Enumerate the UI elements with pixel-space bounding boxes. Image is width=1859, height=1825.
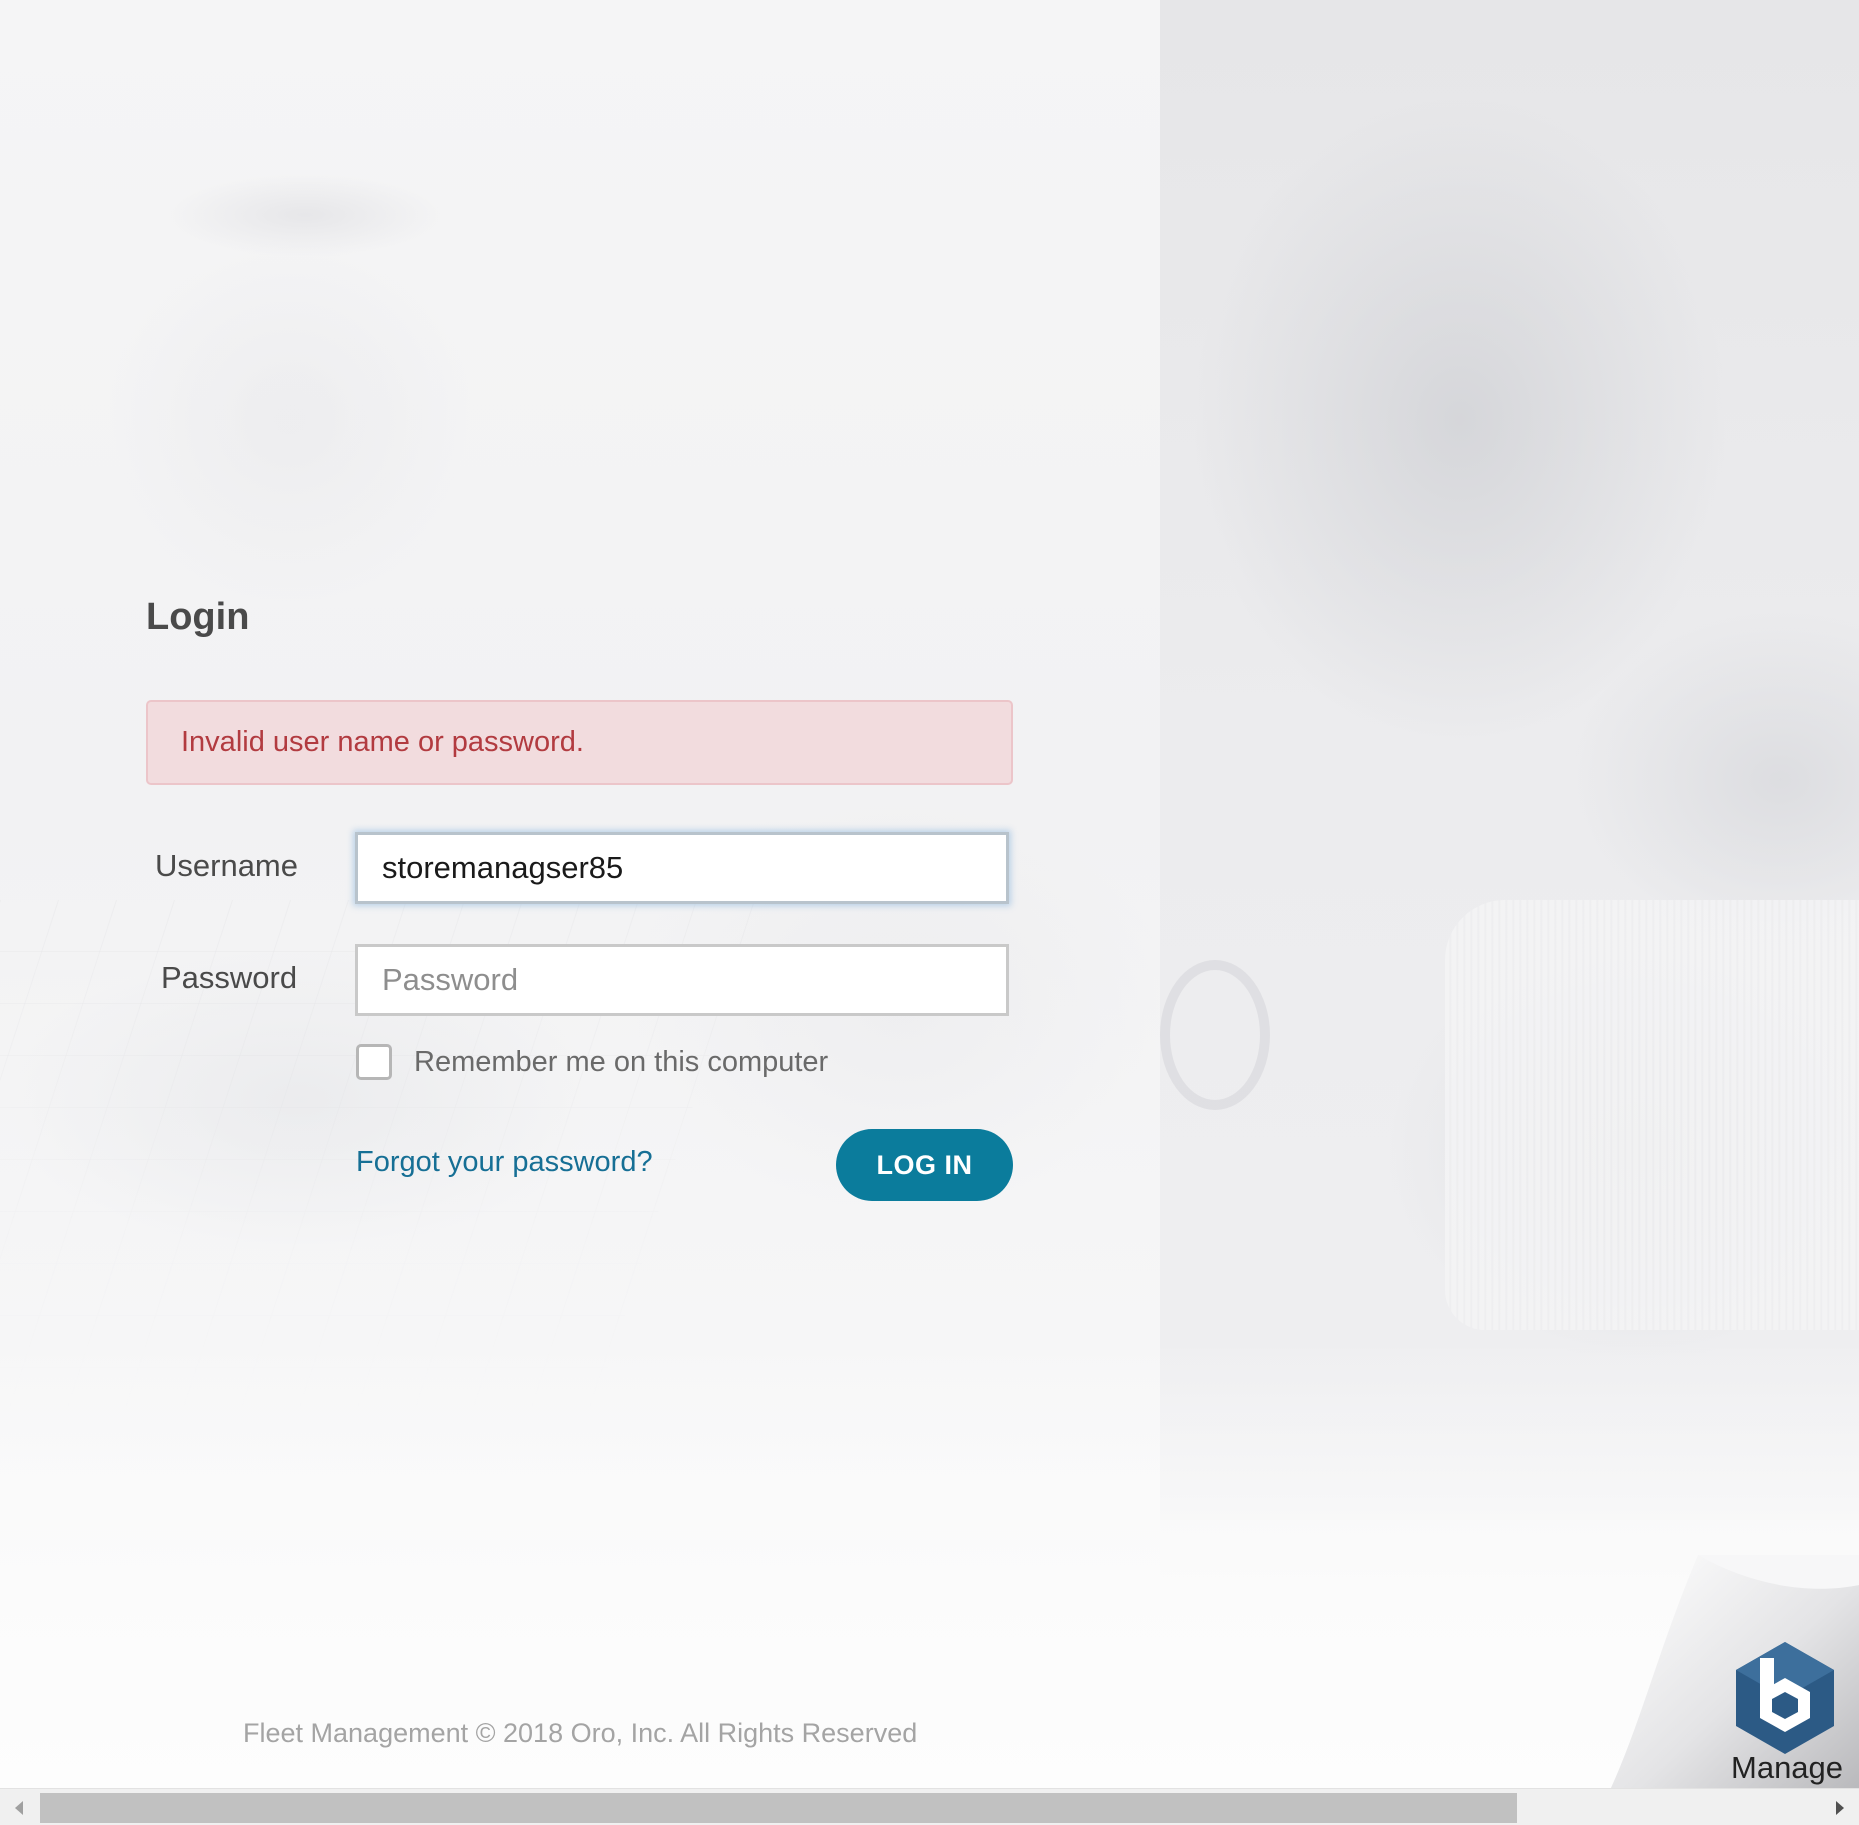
- forgot-password-link[interactable]: Forgot your password?: [356, 1146, 653, 1179]
- scroll-right-arrow-icon[interactable]: [1821, 1789, 1859, 1825]
- background-sleeve: [1445, 900, 1859, 1330]
- username-label: Username: [155, 848, 298, 883]
- password-label: Password: [161, 960, 298, 995]
- scrollbar-thumb[interactable]: [40, 1793, 1517, 1823]
- username-input[interactable]: [355, 832, 1009, 904]
- footer-copyright: Fleet Management © 2018 Oro, Inc. All Ri…: [243, 1718, 918, 1748]
- manage-hexagon-icon[interactable]: [1730, 1638, 1840, 1756]
- remember-me-checkbox[interactable]: [356, 1044, 392, 1080]
- remember-me-label[interactable]: Remember me on this computer: [414, 1046, 828, 1079]
- password-input[interactable]: [355, 944, 1009, 1016]
- login-page: Login Invalid user name or password. Use…: [0, 0, 1859, 1825]
- log-in-button[interactable]: LOG IN: [836, 1129, 1013, 1201]
- background-photo-right: [1160, 0, 1859, 1520]
- horizontal-scrollbar[interactable]: [0, 1788, 1859, 1825]
- remember-me[interactable]: Remember me on this computer: [356, 1044, 828, 1080]
- error-alert: Invalid user name or password.: [146, 700, 1013, 785]
- background-watch: [1160, 960, 1270, 1110]
- error-message: Invalid user name or password.: [181, 726, 584, 758]
- manage-badge-label[interactable]: Manage: [1731, 1750, 1843, 1786]
- scroll-left-arrow-icon[interactable]: [0, 1789, 38, 1825]
- page-title: Login: [146, 596, 250, 638]
